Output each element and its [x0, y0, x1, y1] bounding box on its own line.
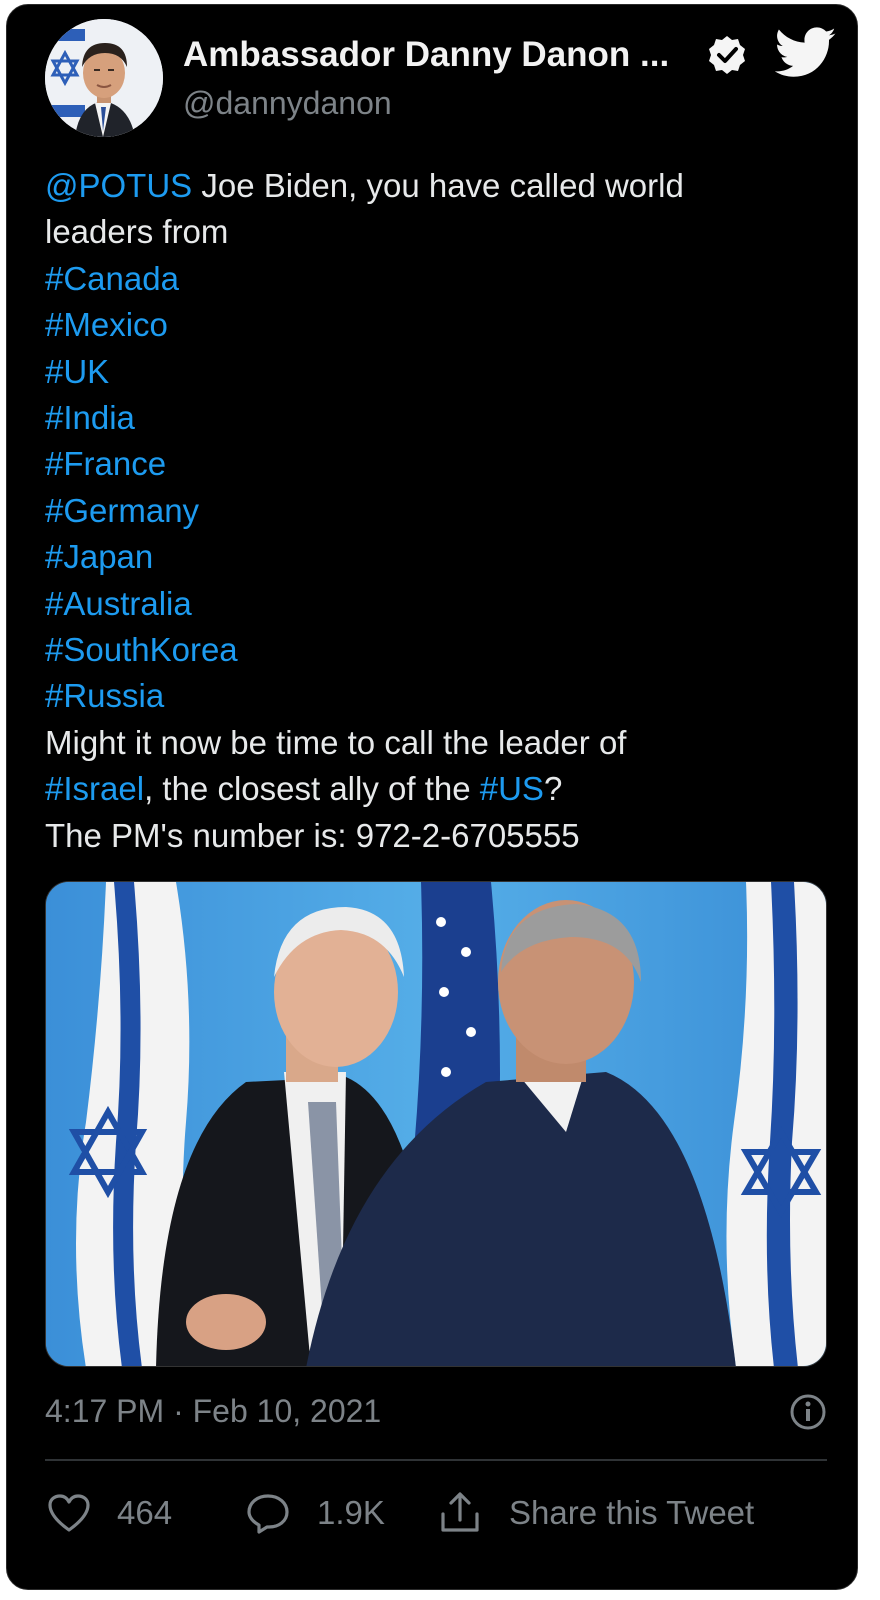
mention-link[interactable]: @POTUS — [45, 167, 192, 204]
closing-end-text: ? — [543, 770, 563, 808]
share-label: Share this Tweet — [509, 1494, 755, 1531]
reply-bubble-icon — [247, 1494, 289, 1534]
info-icon[interactable] — [789, 1393, 827, 1431]
phone-number-line: The PM's number is: 972-2-6705555 — [45, 816, 580, 854]
hashtag-link[interactable]: #Mexico — [45, 302, 835, 348]
tweet-media-photo[interactable] — [45, 881, 827, 1367]
user-handle[interactable]: @dannydanon — [183, 85, 392, 122]
hashtag-link[interactable]: #Canada — [45, 256, 835, 302]
hashtag-link[interactable]: #Russia — [45, 673, 835, 719]
intro-text-line2: leaders from — [45, 213, 229, 251]
verified-badge-icon — [709, 36, 745, 74]
share-upload-icon — [441, 1492, 479, 1532]
hashtag-link[interactable]: #France — [45, 441, 835, 487]
heart-icon — [48, 1494, 90, 1532]
hashtag-link[interactable]: #US — [480, 770, 544, 807]
hashtag-link[interactable]: #Germany — [45, 488, 835, 534]
text-line-israel: #Israel, the closest ally of the #US? — [45, 766, 835, 812]
display-name[interactable]: Ambassador Danny Danon ... — [183, 35, 669, 75]
tweet-timestamp[interactable]: 4:17 PM · Feb 10, 2021 — [45, 1393, 381, 1430]
hashtag-link[interactable]: #UK — [45, 349, 835, 395]
intro-text: Joe Biden, you have called world — [192, 167, 684, 204]
divider — [45, 1459, 827, 1461]
hashtag-link[interactable]: #SouthKorea — [45, 627, 835, 673]
like-button[interactable]: 464 — [47, 1487, 172, 1539]
like-count: 464 — [117, 1494, 173, 1531]
reply-button[interactable]: 1.9K — [245, 1487, 385, 1539]
avatar[interactable] — [45, 19, 163, 137]
hashtag-link[interactable]: #Japan — [45, 534, 835, 580]
tweet-card: Ambassador Danny Danon ... @dannydanon @… — [6, 4, 858, 1590]
twitter-bird-icon[interactable] — [775, 27, 837, 79]
text-line-intro: @POTUS Joe Biden, you have called world — [45, 163, 835, 209]
tweet-text: @POTUS Joe Biden, you have called world … — [45, 163, 835, 859]
closing-mid-text: , the closest ally of the — [144, 770, 480, 808]
share-tweet-button[interactable]: Share this Tweet — [437, 1487, 754, 1539]
hashtag-link[interactable]: #Australia — [45, 581, 835, 627]
closing-text-line1: Might it now be time to call the leader … — [45, 723, 627, 761]
hashtag-link[interactable]: #Israel — [45, 770, 144, 807]
hashtag-link[interactable]: #India — [45, 395, 835, 441]
reply-count: 1.9K — [317, 1494, 385, 1531]
